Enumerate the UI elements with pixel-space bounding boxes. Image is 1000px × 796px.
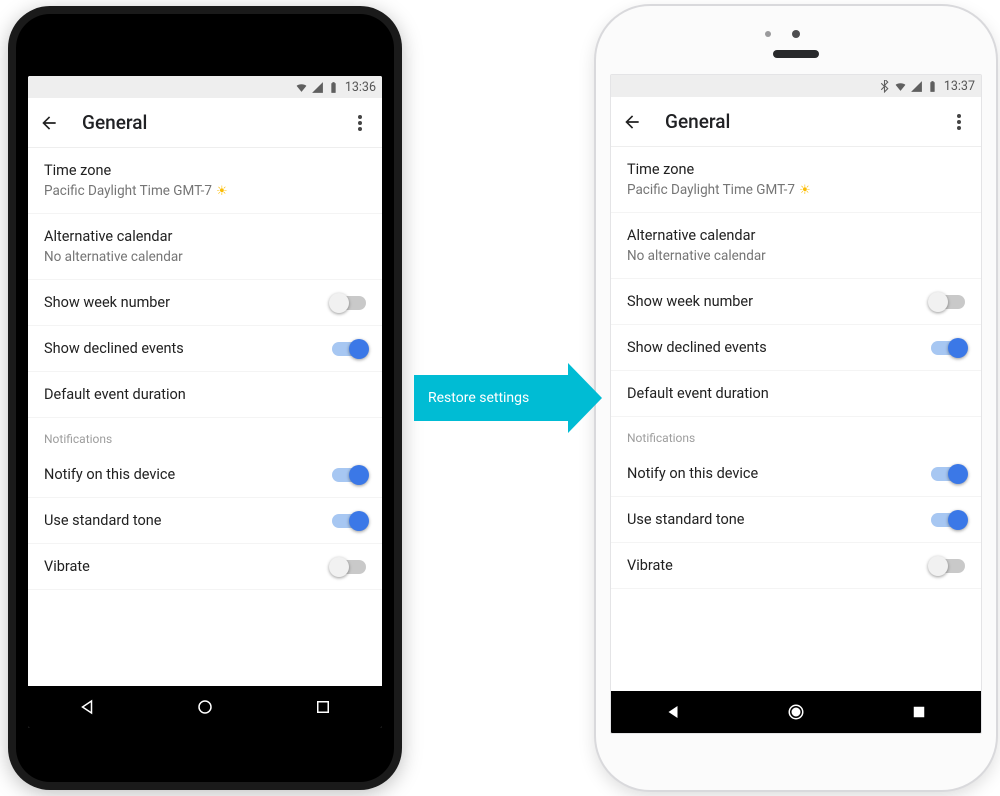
setting-label: Alternative calendar: [44, 228, 366, 245]
setting-time-zone[interactable]: Time zone Pacific Daylight Time GMT-7 ☀: [611, 147, 981, 213]
android-navbar: [28, 686, 382, 728]
setting-label: Use standard tone: [627, 511, 744, 528]
setting-value: No alternative calendar: [44, 249, 366, 265]
setting-label: Show declined events: [44, 340, 184, 357]
battery-icon: [327, 81, 340, 94]
week-number-switch[interactable]: [332, 296, 366, 310]
setting-declined-events[interactable]: Show declined events: [611, 325, 981, 371]
setting-label: Default event duration: [627, 385, 965, 402]
section-header-notifications: Notifications: [28, 418, 382, 452]
wifi-icon: [295, 81, 308, 94]
device-frame-right: 13:37 General Time zone Pacific Daylight…: [596, 6, 996, 790]
setting-label: Default event duration: [44, 386, 366, 403]
setting-standard-tone[interactable]: Use standard tone: [611, 497, 981, 543]
setting-label: Show week number: [627, 293, 753, 310]
restore-settings-arrow: Restore settings: [414, 370, 602, 426]
nav-recent-icon[interactable]: [910, 703, 928, 721]
setting-alternative-calendar[interactable]: Alternative calendar No alternative cale…: [28, 214, 382, 280]
declined-events-switch[interactable]: [332, 342, 366, 356]
more-vert-icon: [358, 115, 362, 131]
device-bezel: 13:36 General Time zone Pacific Daylight…: [16, 14, 394, 782]
declined-events-switch[interactable]: [931, 341, 965, 355]
setting-value: Pacific Daylight Time GMT-7 ☀: [627, 182, 965, 198]
setting-label: Vibrate: [627, 557, 673, 574]
setting-vibrate[interactable]: Vibrate: [28, 544, 382, 590]
vibrate-switch[interactable]: [332, 560, 366, 574]
sun-icon: ☀: [799, 183, 811, 198]
setting-standard-tone[interactable]: Use standard tone: [28, 498, 382, 544]
sun-icon: ☀: [216, 184, 228, 199]
setting-time-zone[interactable]: Time zone Pacific Daylight Time GMT-7 ☀: [28, 148, 382, 214]
setting-label: Notify on this device: [44, 466, 175, 483]
more-vert-icon: [957, 114, 961, 130]
page-title: General: [665, 110, 925, 133]
setting-label: Alternative calendar: [627, 227, 965, 244]
standard-tone-switch[interactable]: [332, 514, 366, 528]
settings-list: Time zone Pacific Daylight Time GMT-7 ☀ …: [611, 147, 981, 691]
battery-icon: [926, 80, 939, 93]
notify-device-switch[interactable]: [332, 468, 366, 482]
setting-notify-device[interactable]: Notify on this device: [611, 451, 981, 497]
bluetooth-icon: [878, 80, 891, 93]
app-bar: General: [611, 97, 981, 147]
section-header-notifications: Notifications: [611, 417, 981, 451]
setting-label: Notify on this device: [627, 465, 758, 482]
page-title: General: [82, 111, 326, 134]
standard-tone-switch[interactable]: [931, 513, 965, 527]
nav-home-icon[interactable]: [196, 698, 214, 716]
status-time: 13:37: [944, 79, 975, 94]
nav-home-icon[interactable]: [787, 703, 805, 721]
setting-week-number[interactable]: Show week number: [28, 280, 382, 326]
nav-recent-icon[interactable]: [314, 698, 332, 716]
overflow-menu-button[interactable]: [947, 114, 971, 130]
overflow-menu-button[interactable]: [348, 115, 372, 131]
signal-icon: [910, 80, 923, 93]
android-navbar: [611, 691, 981, 733]
setting-notify-device[interactable]: Notify on this device: [28, 452, 382, 498]
setting-vibrate[interactable]: Vibrate: [611, 543, 981, 589]
device-frame-left: 13:36 General Time zone Pacific Daylight…: [8, 6, 402, 790]
nav-back-icon[interactable]: [78, 698, 96, 716]
setting-declined-events[interactable]: Show declined events: [28, 326, 382, 372]
setting-label: Time zone: [627, 161, 965, 178]
setting-value: Pacific Daylight Time GMT-7 ☀: [44, 183, 366, 199]
status-bar: 13:36: [28, 76, 382, 98]
setting-default-duration[interactable]: Default event duration: [28, 372, 382, 418]
arrow-back-icon: [39, 113, 59, 133]
speaker-grille: [773, 50, 819, 58]
back-button[interactable]: [621, 112, 643, 132]
setting-default-duration[interactable]: Default event duration: [611, 371, 981, 417]
screen-right: 13:37 General Time zone Pacific Daylight…: [610, 74, 982, 734]
setting-label: Show week number: [44, 294, 170, 311]
status-bar: 13:37: [611, 75, 981, 97]
nav-back-icon[interactable]: [664, 703, 682, 721]
arrow-head-icon: [568, 363, 602, 433]
week-number-switch[interactable]: [931, 295, 965, 309]
setting-label: Show declined events: [627, 339, 767, 356]
status-time: 13:36: [345, 80, 376, 95]
setting-label: Vibrate: [44, 558, 90, 575]
screen-left: 13:36 General Time zone Pacific Daylight…: [28, 76, 382, 728]
signal-icon: [311, 81, 324, 94]
front-camera: [792, 30, 800, 38]
setting-alternative-calendar[interactable]: Alternative calendar No alternative cale…: [611, 213, 981, 279]
arrow-back-icon: [622, 112, 642, 132]
setting-value: No alternative calendar: [627, 248, 965, 264]
app-bar: General: [28, 98, 382, 148]
back-button[interactable]: [38, 113, 60, 133]
setting-week-number[interactable]: Show week number: [611, 279, 981, 325]
setting-label: Time zone: [44, 162, 366, 179]
vibrate-switch[interactable]: [931, 559, 965, 573]
notify-device-switch[interactable]: [931, 467, 965, 481]
settings-list: Time zone Pacific Daylight Time GMT-7 ☀ …: [28, 148, 382, 686]
arrow-label-text: Restore settings: [414, 375, 568, 421]
setting-label: Use standard tone: [44, 512, 161, 529]
wifi-icon: [894, 80, 907, 93]
